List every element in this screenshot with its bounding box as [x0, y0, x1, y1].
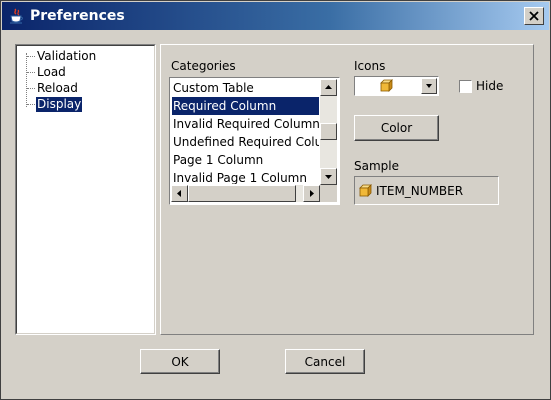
list-item[interactable]: Page 1 Column [172, 151, 319, 169]
tree-connector [27, 56, 35, 57]
arrow-right-icon [310, 190, 314, 197]
arrow-up-icon [325, 85, 332, 89]
cube-icon [380, 79, 393, 95]
icons-label: Icons [354, 59, 386, 73]
tree-connector [27, 72, 35, 73]
icon-select[interactable] [354, 76, 439, 96]
tree-connector [27, 104, 35, 105]
tree-connector [26, 53, 27, 107]
java-cup-icon [8, 8, 25, 25]
tree-item-validation[interactable]: Validation [36, 49, 97, 64]
arrow-left-icon [177, 190, 181, 197]
tree-item-load[interactable]: Load [36, 65, 67, 80]
tree-connector [27, 88, 35, 89]
cube-icon [359, 184, 372, 200]
categories-horizontal-scrollbar[interactable] [171, 185, 320, 202]
preferences-tree[interactable]: Validation Load Reload Display [15, 44, 156, 335]
hide-checkbox[interactable] [459, 80, 472, 93]
preferences-dialog: Preferences Validation Load Reload Displ… [0, 0, 551, 400]
arrow-down-icon [325, 175, 332, 179]
scroll-down-button[interactable] [320, 168, 337, 185]
tree-item-reload[interactable]: Reload [36, 81, 79, 96]
window-title: Preferences [30, 8, 125, 24]
scrollbar-corner [320, 185, 337, 202]
sample-text: ITEM_NUMBER [376, 184, 464, 198]
scroll-left-button[interactable] [171, 185, 188, 202]
icon-select-dropdown-button[interactable] [421, 78, 437, 94]
scroll-thumb[interactable] [320, 123, 337, 140]
categories-list[interactable]: Custom Table Required Column Invalid Req… [169, 77, 340, 205]
chevron-down-icon [426, 84, 432, 88]
tree-item-display[interactable]: Display [36, 97, 83, 112]
close-button[interactable] [524, 7, 544, 25]
close-icon [529, 11, 539, 21]
scroll-up-button[interactable] [320, 79, 337, 96]
title-bar[interactable]: Preferences [2, 2, 549, 30]
sample-label: Sample [354, 159, 399, 173]
list-item[interactable]: Undefined Required Column [172, 133, 319, 151]
list-item[interactable]: Required Column [172, 97, 319, 115]
list-item[interactable]: Invalid Required Column [172, 115, 319, 133]
scroll-thumb[interactable] [188, 185, 296, 202]
ok-button[interactable]: OK [140, 349, 220, 374]
list-item[interactable]: Invalid Page 1 Column [172, 169, 319, 184]
color-button[interactable]: Color [354, 115, 439, 141]
cancel-button[interactable]: Cancel [285, 349, 365, 374]
list-item[interactable]: Custom Table [172, 79, 319, 97]
categories-label: Categories [171, 59, 236, 73]
hide-label: Hide [476, 79, 504, 93]
sample-preview: ITEM_NUMBER [354, 176, 499, 205]
scroll-right-button[interactable] [303, 185, 320, 202]
categories-vertical-scrollbar[interactable] [320, 79, 337, 185]
